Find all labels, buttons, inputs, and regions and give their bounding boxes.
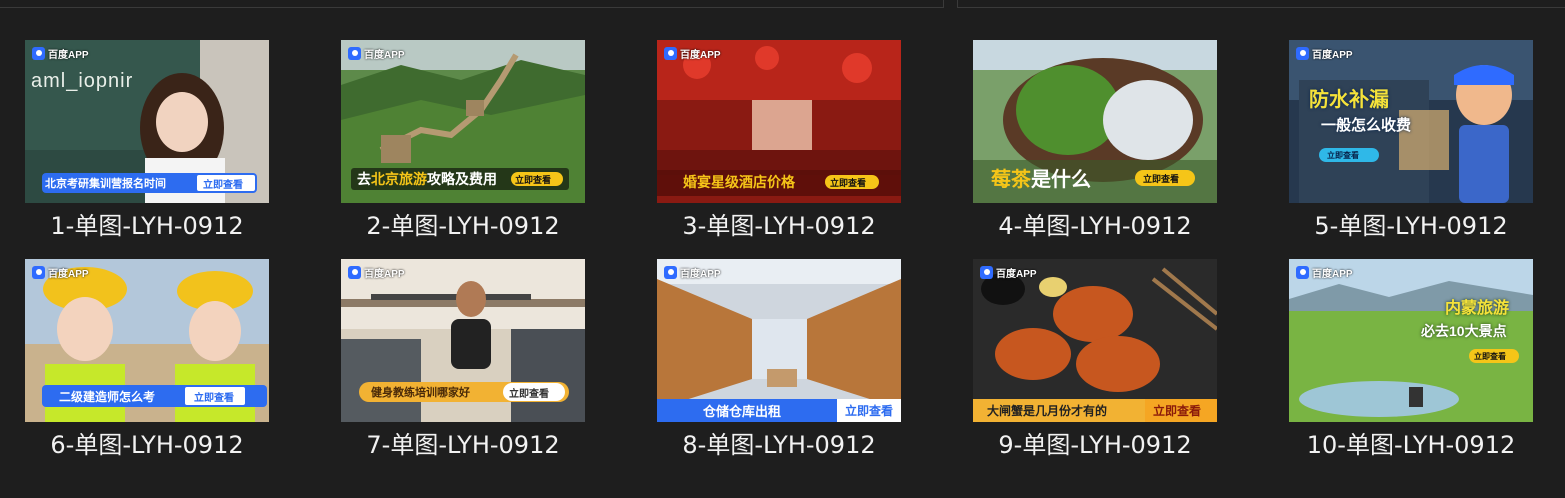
ad-subheadline: 必去10大景点 — [1421, 323, 1507, 339]
thumbnail-image[interactable]: 百度APP 二级建造师怎么考 立即查看 — [25, 259, 269, 422]
banner-text: 婚宴星级酒店价格 — [683, 174, 795, 190]
thumbnail-image[interactable]: 百度APP 防水补漏 一般怎么收费 立即查看 — [1289, 40, 1533, 203]
cta-button[interactable]: 立即查看 — [830, 175, 866, 189]
file-name-label[interactable]: 10-单图-LYH-0912 — [1261, 430, 1561, 460]
thumbnail-image[interactable]: 莓茶 是什么 立即查看 — [973, 40, 1217, 203]
file-name-label[interactable]: 9-单图-LYH-0912 — [945, 430, 1245, 460]
thumbnail-image[interactable]: 百度APP aml_iopnir 北京考研集训营报名时间 立即查看 — [25, 40, 269, 203]
baidu-app-logo: 百度APP — [348, 264, 405, 280]
file-name-label[interactable]: 6-单图-LYH-0912 — [0, 430, 297, 460]
banner-text-end: 是什么 — [1031, 168, 1091, 191]
file-tile-8[interactable]: 百度APP 仓储仓库出租 立即查看 8-单图-LYH-0912 — [657, 259, 957, 469]
banner-highlight: 莓茶 — [991, 168, 1031, 191]
file-tile-1[interactable]: 百度APP aml_iopnir 北京考研集训营报名时间 立即查看 1-单图-L… — [25, 40, 325, 250]
cta-button[interactable]: 立即查看 — [194, 387, 234, 405]
banner-text: 去北京旅游 攻略及费用 — [357, 170, 497, 188]
thumbnail-image[interactable]: 百度APP 健身教练培训哪家好 立即查看 — [341, 259, 585, 422]
banner-highlight: 北京旅游 — [371, 171, 427, 187]
thumbnail-image[interactable]: 百度APP 去北京旅游 攻略及费用 立即查看 — [341, 40, 585, 203]
cta-button[interactable]: 立即查看 — [1143, 171, 1179, 185]
baidu-paw-icon — [980, 265, 993, 279]
hairy-crab-picture — [973, 259, 1217, 422]
baidu-app-logo: 百度APP — [32, 45, 89, 61]
baidu-app-logo: 百度APP — [664, 45, 721, 61]
ad-headline: 内蒙旅游 — [1445, 300, 1510, 317]
cta-button[interactable]: 立即查看 — [845, 401, 893, 420]
file-name-label[interactable]: 5-单图-LYH-0912 — [1261, 211, 1561, 241]
file-name-label[interactable]: 7-单图-LYH-0912 — [313, 430, 613, 460]
baidu-paw-icon — [348, 265, 361, 279]
baidu-paw-icon — [348, 46, 361, 60]
thumbnail-image[interactable]: 百度APP 大闸蟹是几月份才有的 立即查看 — [973, 259, 1217, 422]
baidu-app-logo: 百度APP — [1296, 45, 1353, 61]
baidu-app-logo: 百度APP — [1296, 264, 1353, 280]
warehouse-picture — [657, 259, 901, 422]
cta-button[interactable]: 立即查看 — [515, 172, 551, 186]
file-name-label[interactable]: 1-单图-LYH-0912 — [0, 211, 297, 241]
file-tile-2[interactable]: 百度APP 去北京旅游 攻略及费用 立即查看 2-单图-LYH-0912 — [341, 40, 641, 250]
file-tile-4[interactable]: 莓茶 是什么 立即查看 4-单图-LYH-0912 — [973, 40, 1273, 250]
baidu-paw-icon — [32, 46, 45, 60]
baidu-app-logo: 百度APP — [32, 264, 89, 280]
cta-button[interactable]: 立即查看 — [509, 384, 549, 400]
cta-button[interactable]: 立即查看 — [1153, 401, 1201, 420]
ad-subheadline: 一般怎么收费 — [1321, 116, 1412, 134]
baidu-paw-icon — [664, 46, 677, 60]
baidu-app-logo: 百度APP — [348, 45, 405, 61]
banner-text: 二级建造师怎么考 — [59, 389, 156, 404]
baidu-paw-icon — [664, 265, 677, 279]
file-name-label[interactable]: 2-单图-LYH-0912 — [313, 211, 613, 241]
file-name-label[interactable]: 3-单图-LYH-0912 — [629, 211, 929, 241]
thumbnail-image[interactable]: 百度APP 内蒙旅游 必去10大景点 立即查看 — [1289, 259, 1533, 422]
file-tile-6[interactable]: 百度APP 二级建造师怎么考 立即查看 6-单图-LYH-0912 — [25, 259, 325, 469]
cta-button[interactable]: 立即查看 — [203, 175, 243, 191]
file-tile-10[interactable]: 百度APP 内蒙旅游 必去10大景点 立即查看 10-单图-LYH-0912 — [1289, 259, 1565, 469]
banner-text-start: 去 — [357, 171, 371, 187]
file-name-label[interactable]: 4-单图-LYH-0912 — [945, 211, 1245, 241]
banner-text: 仓储仓库出租 — [703, 404, 782, 419]
thumbnail-image[interactable]: 百度APP 婚宴星级酒店价格 立即查看 — [657, 40, 901, 203]
thumbnail-image[interactable]: 百度APP 仓储仓库出租 立即查看 — [657, 259, 901, 422]
baidu-paw-icon — [1296, 265, 1309, 279]
cta-button[interactable]: 立即查看 — [1327, 148, 1359, 162]
chalkboard-text: aml_iopnir — [31, 70, 134, 92]
banner-text: 大闸蟹是几月份才有的 — [987, 404, 1108, 418]
baidu-paw-icon — [1296, 46, 1309, 60]
cta-button[interactable]: 立即查看 — [1474, 349, 1506, 363]
baidu-app-logo: 百度APP — [664, 264, 721, 280]
banner-text-end: 攻略及费用 — [427, 171, 497, 187]
file-tile-9[interactable]: 百度APP 大闸蟹是几月份才有的 立即查看 9-单图-LYH-0912 — [973, 259, 1273, 469]
banner-text: 莓茶 是什么 — [991, 164, 1091, 191]
baidu-paw-icon — [32, 265, 45, 279]
file-tile-3[interactable]: 百度APP 婚宴星级酒店价格 立即查看 3-单图-LYH-0912 — [657, 40, 957, 250]
thumbnail-grid: 百度APP aml_iopnir 北京考研集训营报名时间 立即查看 1-单图-L… — [0, 0, 1565, 498]
file-name-label[interactable]: 8-单图-LYH-0912 — [629, 430, 929, 460]
file-tile-7[interactable]: 百度APP 健身教练培训哪家好 立即查看 7-单图-LYH-0912 — [341, 259, 641, 469]
baidu-app-logo: 百度APP — [980, 264, 1037, 280]
banner-text: 健身教练培训哪家好 — [371, 387, 470, 399]
file-tile-5[interactable]: 百度APP 防水补漏 一般怎么收费 立即查看 5-单图-LYH-0912 — [1289, 40, 1565, 250]
banner-text: 北京考研集训营报名时间 — [45, 178, 166, 190]
ad-headline: 防水补漏 — [1309, 88, 1389, 111]
